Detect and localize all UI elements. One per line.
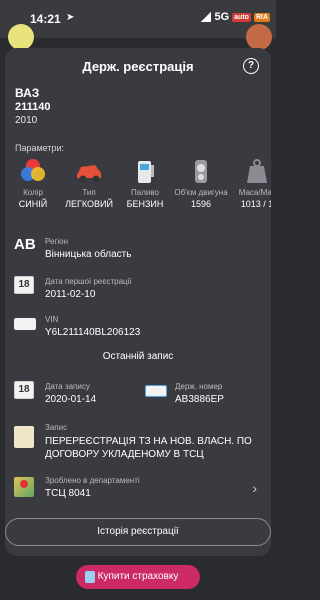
region-value: Вінницька область [45, 249, 132, 260]
record-date-value: 2020-01-14 [45, 394, 97, 405]
param-name: Тип [82, 188, 96, 197]
department-value: ТСЦ 8041 [45, 488, 91, 499]
record-date-label: Дата запису [45, 382, 90, 391]
weight-icon [229, 156, 271, 186]
param-value: БЕНЗИН [126, 199, 164, 209]
insurance-icon [85, 571, 95, 583]
plate-value: АВ3886ЕР [175, 394, 224, 405]
engine-icon [173, 156, 229, 186]
card-title: Держ. реєстрація [82, 59, 194, 74]
region-label: Регіон [45, 237, 68, 246]
chevron-right-icon: › [252, 480, 257, 496]
region-code-icon: AB [14, 236, 36, 253]
record-label: Запис [45, 423, 68, 432]
plate-label: Держ. номер [175, 382, 223, 391]
vin-value: Y6L211140BL206123 [45, 327, 141, 338]
first-registration-label: Дата першої реєстрації [45, 277, 132, 286]
last-record-title: Останній запис [102, 351, 174, 362]
vehicle-model: 211140 [15, 101, 51, 113]
param-name: Маса/Мак [238, 188, 271, 197]
document-icon [14, 426, 34, 448]
param-color: Колір СИНІЙ [5, 156, 61, 209]
color-icon [5, 156, 61, 186]
param-type: Тип ЛЕГКОВИЙ [61, 156, 117, 209]
buy-insurance-button[interactable]: Купити страховку [76, 565, 200, 589]
help-icon[interactable]: ? [243, 58, 259, 74]
department-row[interactable]: Зроблено в департаменті ТСЦ 8041 › [5, 472, 271, 504]
status-bar: 14:21 ➤ 5G auto RIA [0, 0, 276, 38]
params-list[interactable]: Колір СИНІЙ Тип ЛЕГКОВИЙ Паливо БЕНЗИН О… [5, 156, 271, 209]
avatar[interactable] [246, 24, 272, 50]
app-logo-icon [8, 24, 34, 50]
map-pin-icon [14, 477, 34, 497]
param-name: Колір [23, 188, 43, 197]
license-plate-icon [145, 385, 167, 397]
param-name: Об'єм двигуна [174, 188, 228, 197]
navigation-arrow-icon: ➤ [66, 12, 75, 23]
first-registration-value: 2011-02-10 [45, 289, 96, 300]
param-weight: Маса/Мак 1013 / 1 [229, 156, 271, 209]
vehicle-make: ВАЗ [15, 86, 40, 100]
record-value: ПЕРЕРЕЄСТРАЦІЯ ТЗ НА НОВ. ВЛАСН. ПО ДОГО… [45, 436, 252, 460]
network-label: 5G [214, 11, 230, 23]
param-value: 1596 [190, 199, 212, 209]
buy-insurance-label: Купити страховку [97, 571, 179, 582]
registration-card: Держ. реєстрація ? ВАЗ 211140 2010 Парам… [5, 48, 271, 556]
status-time: 14:21 [30, 12, 61, 26]
fuel-icon [117, 156, 173, 186]
param-value: ЛЕГКОВИЙ [65, 199, 113, 209]
vehicle-year: 2010 [15, 115, 38, 126]
param-engine: Об'єм двигуна 1596 [173, 156, 229, 209]
vin-label: VIN [45, 315, 59, 324]
calendar-icon: 18 [14, 276, 34, 294]
registration-history-button[interactable]: Історія реєстрації [5, 518, 271, 546]
params-label: Параметри: [15, 143, 65, 153]
auto-badge: auto [232, 12, 251, 22]
signal-icon [201, 12, 212, 22]
pin-marker [20, 480, 28, 488]
param-fuel: Паливо БЕНЗИН [117, 156, 173, 209]
ria-badge: RIA [253, 12, 270, 22]
vin-plate-icon [14, 318, 36, 330]
param-name: Паливо [131, 188, 159, 197]
calendar-icon: 18 [14, 381, 34, 399]
car-type-icon [61, 156, 117, 186]
department-label: Зроблено в департаменті [45, 476, 140, 485]
param-value: 1013 / 1 [240, 199, 271, 209]
param-value: СИНІЙ [18, 199, 48, 209]
status-icons: 5G auto RIA [201, 11, 270, 23]
